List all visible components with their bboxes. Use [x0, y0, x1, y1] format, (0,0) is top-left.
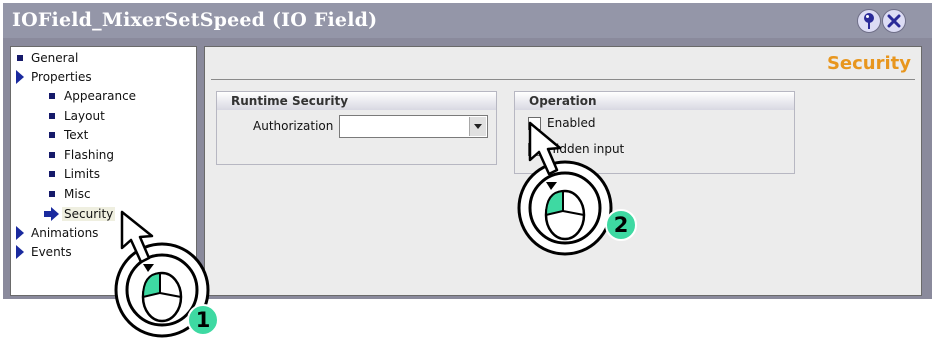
step-badge-2: 2: [605, 209, 637, 241]
mouse-left-click-icon: [517, 160, 613, 256]
mouse-pointer-icon: [120, 210, 154, 264]
mouse-pointer-icon: [528, 121, 562, 176]
step-badge-1: 1: [187, 304, 219, 336]
callout-overlay: [114, 121, 613, 338]
